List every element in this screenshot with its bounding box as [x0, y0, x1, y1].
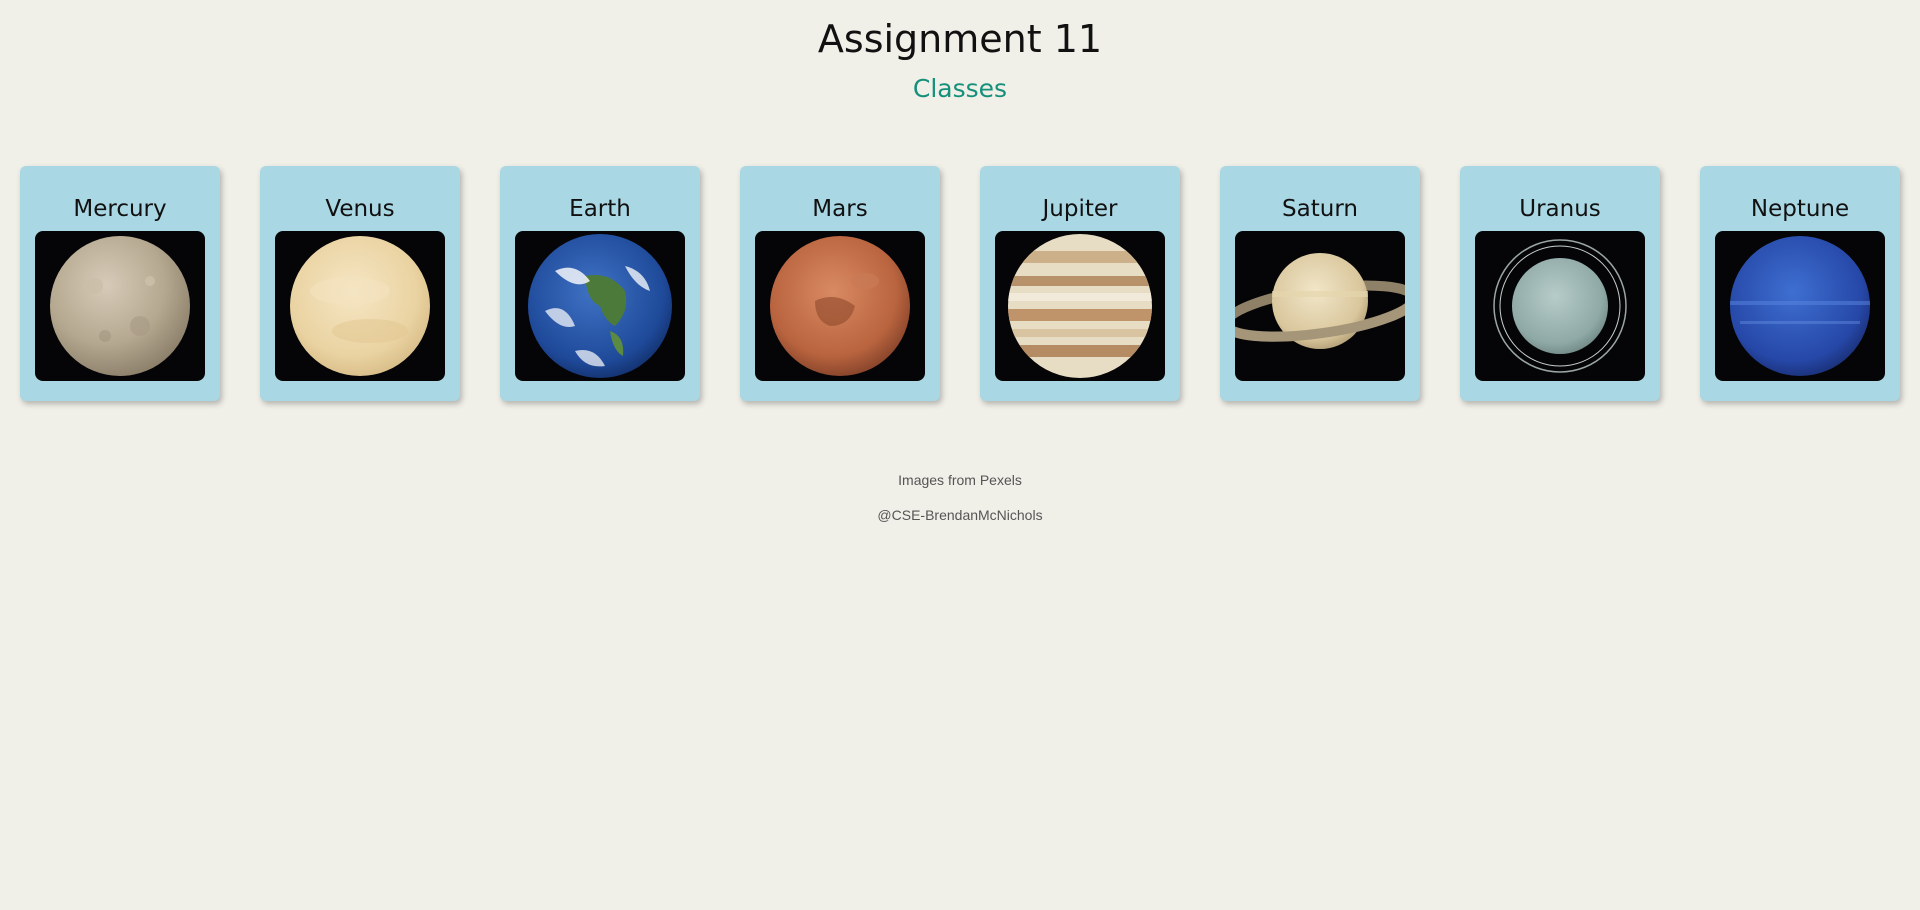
author-credit: @CSE-BrendanMcNichols — [877, 507, 1043, 523]
planet-card-jupiter: Jupiter — [980, 166, 1180, 401]
planet-card-uranus: Uranus — [1460, 166, 1660, 401]
page: Assignment 11 Classes Mercury Venus Eart… — [0, 0, 1920, 910]
neptune-image — [1715, 231, 1885, 381]
planet-card-venus: Venus — [260, 166, 460, 401]
planet-name: Mercury — [73, 196, 167, 222]
uranus-image — [1475, 231, 1645, 381]
planet-name: Neptune — [1750, 196, 1850, 222]
planet-card-mercury: Mercury — [20, 166, 220, 401]
image-credit: Images from Pexels — [898, 472, 1022, 488]
planet-name: Saturn — [1282, 196, 1358, 222]
planet-cards: Mercury Venus Earth Mars Jupiter Saturn … — [20, 166, 1900, 401]
mercury-image — [35, 231, 205, 381]
planet-name: Earth — [569, 196, 631, 222]
earth-image — [515, 231, 685, 381]
footer: Images from Pexels @CSE-BrendanMcNichols — [0, 472, 1920, 542]
page-title: Assignment 11 — [817, 17, 1103, 61]
jupiter-image — [995, 231, 1165, 381]
planet-card-saturn: Saturn — [1220, 166, 1420, 401]
planet-name: Uranus — [1519, 196, 1601, 222]
saturn-image — [1235, 231, 1405, 381]
page-subtitle: Classes — [912, 74, 1008, 103]
planet-card-earth: Earth — [500, 166, 700, 401]
planet-name: Jupiter — [1042, 196, 1118, 222]
venus-image — [275, 231, 445, 381]
planet-name: Venus — [325, 196, 395, 222]
mars-image — [755, 231, 925, 381]
planet-card-neptune: Neptune — [1700, 166, 1900, 401]
planet-card-mars: Mars — [740, 166, 940, 401]
planet-name: Mars — [812, 196, 868, 222]
